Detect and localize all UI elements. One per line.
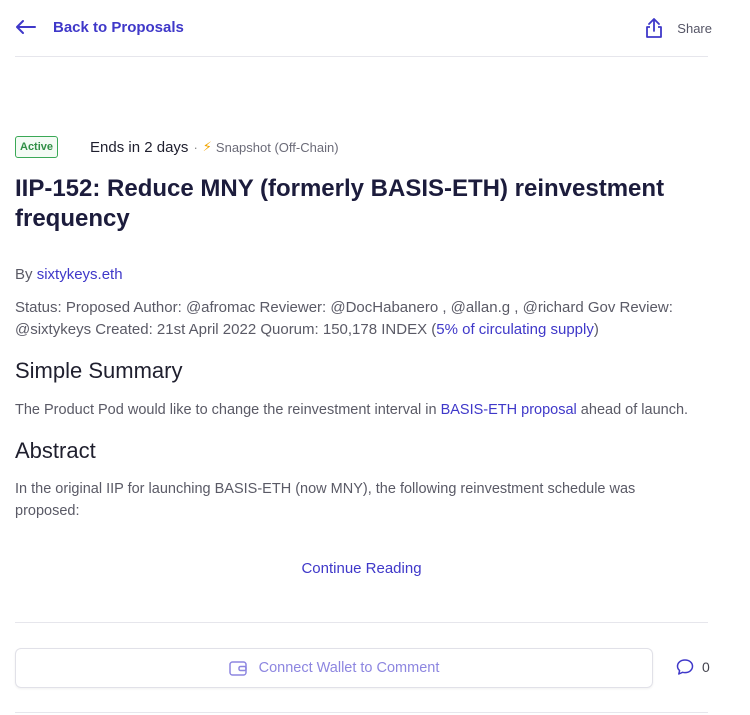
divider xyxy=(15,622,708,623)
comments-counter[interactable]: 0 xyxy=(676,658,710,676)
status-suffix: ) xyxy=(593,321,599,338)
proposal-title: IIP-152: Reduce MNY (formerly BASIS-ETH)… xyxy=(15,175,665,232)
snapshot-source: Snapshot (Off-Chain) xyxy=(215,139,339,155)
author-line: By sixtykeys.eth xyxy=(15,266,123,283)
simple-summary-heading: Simple Summary xyxy=(15,358,183,383)
arrow-left-icon xyxy=(16,20,36,34)
share-label: Share xyxy=(677,20,712,36)
by-prefix: By xyxy=(15,266,33,283)
circulating-supply-link[interactable]: 5% of circulating supply xyxy=(436,321,594,338)
ends-in-text: Ends in 2 days xyxy=(90,138,189,156)
simple-summary-text: The Product Pod would like to change the… xyxy=(15,399,715,421)
proposal-meta: Active Ends in 2 days · ⚡ Snapshot (Off-… xyxy=(15,135,339,159)
divider xyxy=(15,712,708,713)
author-link[interactable]: sixtykeys.eth xyxy=(37,266,123,283)
comment-bubble-icon xyxy=(676,659,694,675)
connect-wallet-label: Connect Wallet to Comment xyxy=(258,660,440,676)
summary-text-after: ahead of launch. xyxy=(576,402,689,418)
meta-separator: · xyxy=(193,139,198,155)
abstract-text: In the original IIP for launching BASIS-… xyxy=(15,481,636,519)
continue-reading-link[interactable]: Continue Reading xyxy=(0,560,723,577)
back-to-proposals-link[interactable]: Back to Proposals xyxy=(15,16,184,38)
comment-count: 0 xyxy=(702,659,710,675)
basis-eth-proposal-link[interactable]: BASIS-ETH proposal xyxy=(441,402,577,418)
connect-wallet-button[interactable]: Connect Wallet to Comment xyxy=(15,648,653,688)
share-icon xyxy=(646,18,663,38)
top-bar: Back to Proposals Share xyxy=(15,0,712,57)
share-button[interactable]: Share xyxy=(644,17,712,39)
back-label: Back to Proposals xyxy=(53,18,184,36)
summary-text-before: The Product Pod would like to change the… xyxy=(15,402,441,418)
lightning-icon: ⚡ xyxy=(202,139,212,154)
status-details: Status: Proposed Author: @afromac Review… xyxy=(15,297,715,341)
wallet-icon xyxy=(228,661,247,676)
status-badge: Active xyxy=(15,136,59,158)
abstract-heading: Abstract xyxy=(15,438,96,463)
